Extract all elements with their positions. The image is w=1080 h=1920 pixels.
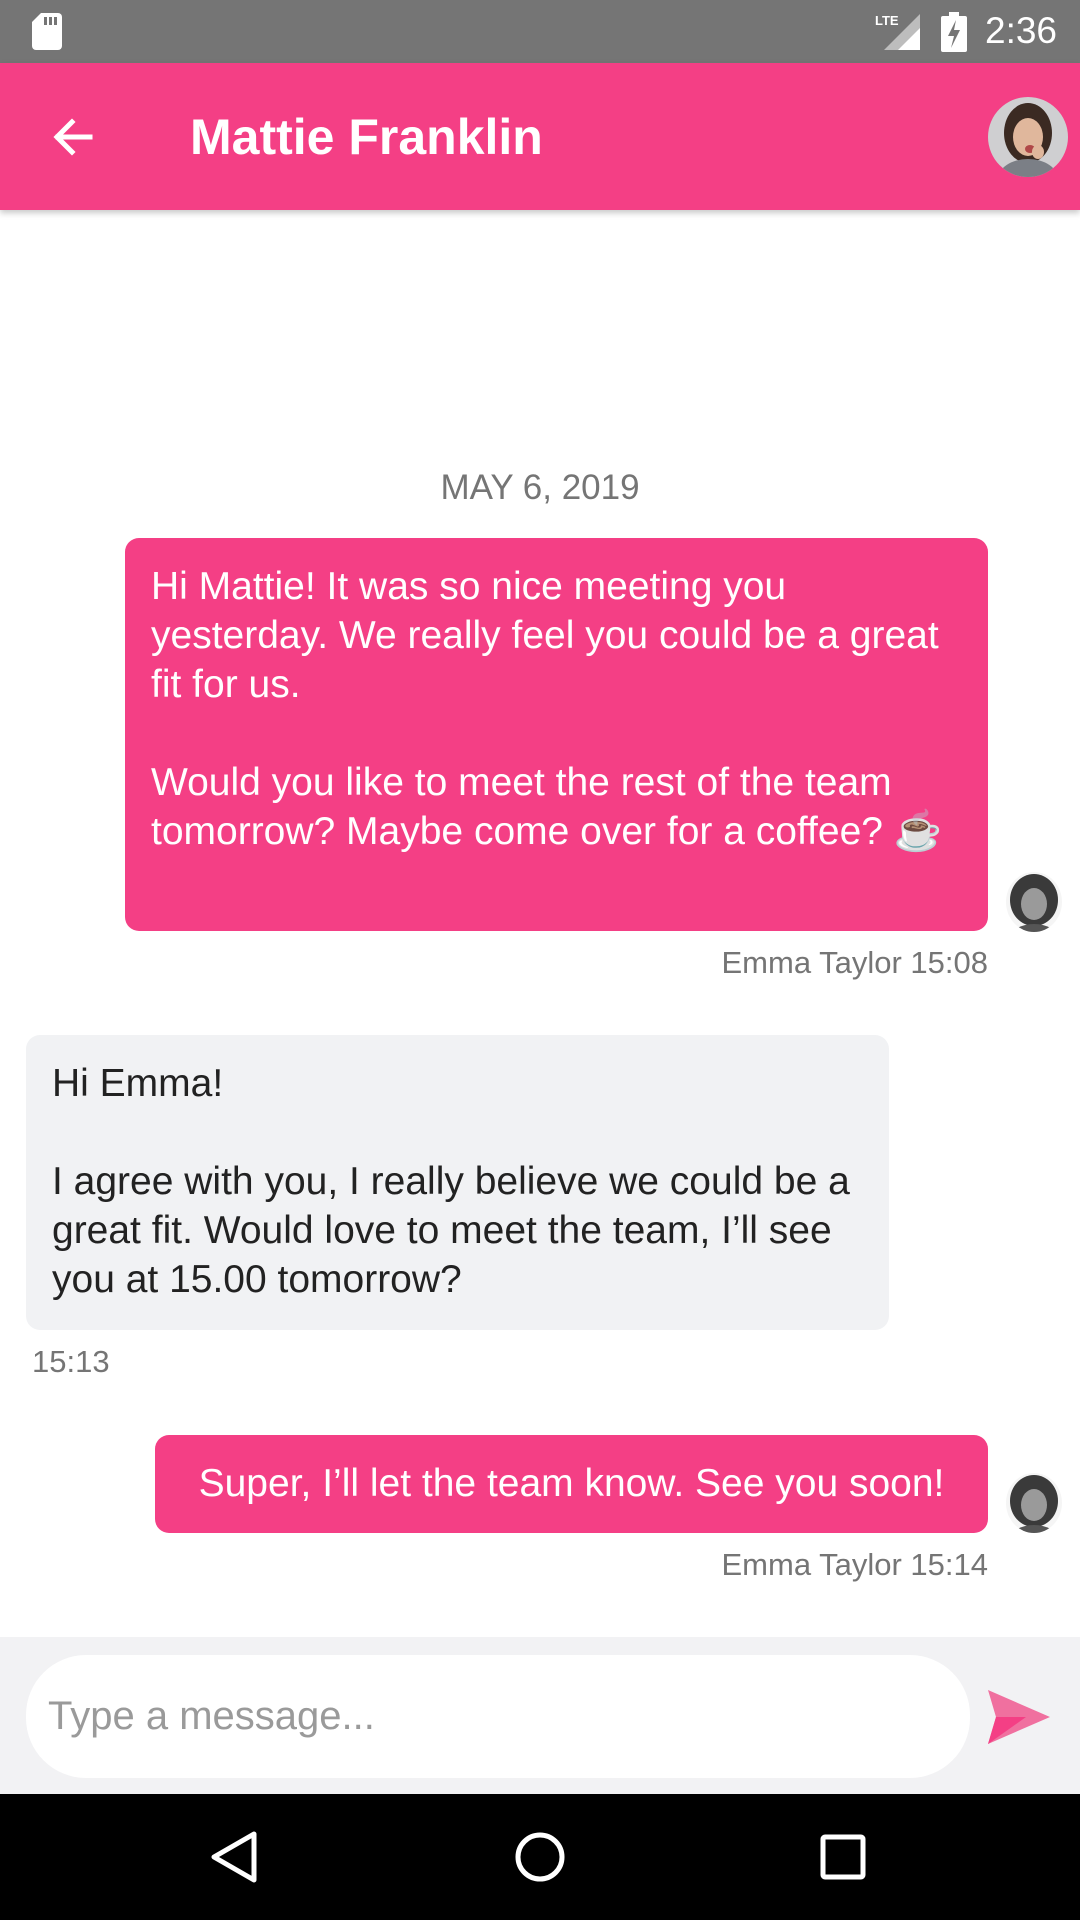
page-title: Mattie Franklin xyxy=(190,109,543,165)
message-composer xyxy=(0,1637,1080,1794)
network-label: LTE xyxy=(875,13,899,28)
date-separator: MAY 6, 2019 xyxy=(440,468,640,507)
incoming-message-bubble[interactable]: Hi Emma! I agree with you, I really beli… xyxy=(26,1035,889,1330)
home-circle-icon[interactable] xyxy=(505,1822,575,1892)
app-bar: Mattie Franklin xyxy=(0,63,1080,210)
message-meta: Emma Taylor 15:08 xyxy=(721,945,989,980)
message-input-container xyxy=(26,1655,970,1778)
recents-square-icon[interactable] xyxy=(808,1822,878,1892)
message-meta: Emma Taylor 15:14 xyxy=(721,1547,989,1582)
outgoing-message-bubble[interactable]: Super, I’ll let the team know. See you s… xyxy=(155,1435,988,1533)
back-triangle-icon[interactable] xyxy=(200,1822,270,1892)
arrow-back-icon[interactable] xyxy=(38,102,108,172)
system-navigation-bar xyxy=(0,1794,1080,1920)
sd-card-icon xyxy=(32,13,62,50)
status-time: 2:36 xyxy=(985,10,1058,51)
sender-avatar[interactable] xyxy=(1006,872,1062,932)
send-icon[interactable] xyxy=(986,1687,1052,1747)
battery-charging-icon xyxy=(941,12,967,52)
lte-signal-icon: LTE xyxy=(875,13,920,50)
message-time: 15:13 xyxy=(32,1344,110,1379)
status-bar: LTE 2:36 xyxy=(0,0,1080,63)
sender-avatar[interactable] xyxy=(1006,1473,1062,1533)
contact-avatar[interactable] xyxy=(988,97,1068,177)
outgoing-message-bubble[interactable]: Hi Mattie! It was so nice meeting you ye… xyxy=(125,538,988,931)
message-input[interactable] xyxy=(48,1655,948,1778)
